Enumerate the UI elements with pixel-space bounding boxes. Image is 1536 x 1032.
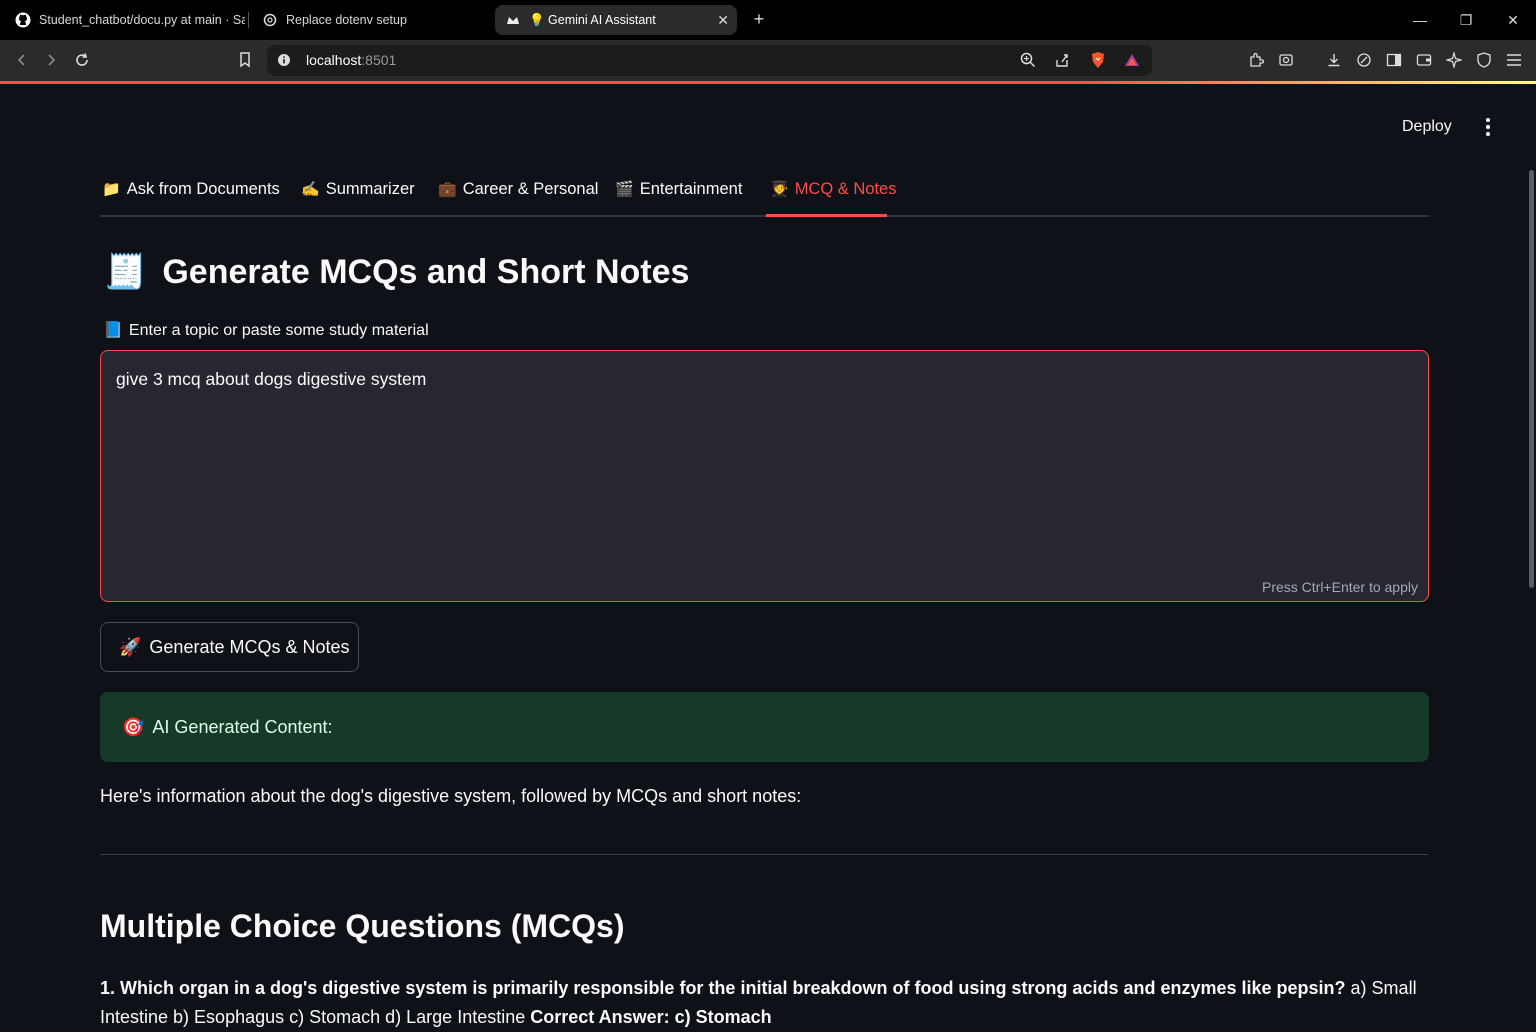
close-tab-icon[interactable]: ✕ xyxy=(717,12,729,29)
receipt-icon: 🧾 xyxy=(104,253,147,291)
input-label-text: Enter a topic or paste some study materi… xyxy=(128,322,429,339)
openai-icon xyxy=(262,12,278,28)
sidebar-icon[interactable] xyxy=(1381,48,1407,72)
tab-label: MCQ & Notes xyxy=(794,180,897,198)
tab-mcq-notes[interactable]: 🧑‍🎓 MCQ & Notes xyxy=(770,176,896,215)
folder-icon: 📁 xyxy=(102,181,121,198)
zoom-icon[interactable] xyxy=(1015,48,1041,72)
forward-icon[interactable] xyxy=(38,48,64,72)
minimize-icon[interactable]: — xyxy=(1397,0,1443,40)
brave-shields-icon[interactable] xyxy=(1085,48,1111,72)
page-title-text: Generate MCQs and Short Notes xyxy=(162,253,690,291)
correct-answer: Correct Answer: c) Stomach xyxy=(530,1007,772,1027)
mcq-question-1: 1. Which organ in a dog's digestive syst… xyxy=(100,974,1429,1032)
tab-ask-documents[interactable]: 📁 Ask from Documents xyxy=(102,176,280,215)
browser-tab-chatgpt[interactable]: Replace dotenv setup xyxy=(252,5,492,35)
brave-rewards-icon[interactable] xyxy=(1119,48,1145,72)
scrollbar[interactable] xyxy=(1529,170,1534,588)
main-menu-icon[interactable] xyxy=(1478,114,1498,140)
url-host: localhost xyxy=(306,52,362,68)
bookmark-icon[interactable] xyxy=(232,48,258,72)
url-port: :8501 xyxy=(361,52,397,68)
tab-label: Career & Personal xyxy=(462,180,599,198)
site-info-icon[interactable] xyxy=(271,48,297,72)
new-tab-button[interactable]: + xyxy=(748,8,770,30)
success-banner: 🎯 AI Generated Content: xyxy=(100,692,1429,762)
tab-separator xyxy=(248,12,249,28)
tab-label: Entertainment xyxy=(639,180,743,198)
back-icon[interactable] xyxy=(9,48,35,72)
browser-tabstrip: Student_chatbot/docu.py at main · Sa Rep… xyxy=(0,0,1536,40)
app-main: Deploy 📁 Ask from Documents ✍️ Summarize… xyxy=(0,84,1536,1027)
browser-tab-gemini[interactable]: 💡 Gemini AI Assistant ✕ xyxy=(495,5,737,35)
downloads-icon[interactable] xyxy=(1321,48,1347,72)
intro-text: Here's information about the dog's diges… xyxy=(100,786,802,806)
generate-button[interactable]: 🚀 Generate MCQs & Notes xyxy=(100,622,359,672)
divider xyxy=(100,854,1429,855)
vpn-shield-icon[interactable] xyxy=(1471,48,1497,72)
tab-label: Summarizer xyxy=(325,180,415,198)
tab-list: 📁 Ask from Documents ✍️ Summarizer 💼 Car… xyxy=(100,176,1429,217)
tab-entertainment[interactable]: 🎬 Entertainment xyxy=(615,176,742,215)
topic-textarea[interactable]: give 3 mcq about dogs digestive system P… xyxy=(100,350,1429,602)
leo-ai-icon[interactable] xyxy=(1351,48,1377,72)
wallet-icon[interactable] xyxy=(1411,48,1437,72)
close-window-icon[interactable]: ✕ xyxy=(1490,0,1536,40)
tab-summarizer[interactable]: ✍️ Summarizer xyxy=(301,176,415,215)
active-tab-indicator xyxy=(766,214,887,217)
tab-label: Ask from Documents xyxy=(126,180,280,198)
tab-career-personal[interactable]: 💼 Career & Personal xyxy=(438,176,598,215)
question-text: 1. Which organ in a dog's digestive syst… xyxy=(100,978,1346,998)
reload-icon[interactable] xyxy=(69,48,95,72)
textarea-hint: Press Ctrl+Enter to apply xyxy=(1261,579,1418,595)
generate-button-label: Generate MCQs & Notes xyxy=(149,636,350,657)
page-title: 🧾 Generate MCQs and Short Notes xyxy=(104,252,689,292)
deploy-button[interactable]: Deploy xyxy=(1390,114,1464,140)
screenshot-icon[interactable] xyxy=(1273,48,1299,72)
url-text: localhost:8501 xyxy=(306,52,396,68)
browser-tab-title: Student_chatbot/docu.py at main · Sa xyxy=(39,13,245,27)
target-icon: 🎯 xyxy=(122,716,145,737)
browser-tab-github[interactable]: Student_chatbot/docu.py at main · Sa xyxy=(5,5,245,35)
briefcase-icon: 💼 xyxy=(438,181,457,198)
success-text: AI Generated Content: xyxy=(152,716,333,737)
github-icon xyxy=(15,12,31,28)
blue-book-icon: 📘 xyxy=(103,322,123,339)
student-icon: 🧑‍🎓 xyxy=(770,181,789,198)
rocket-icon: 🚀 xyxy=(119,636,142,657)
browser-tab-title: 💡 Gemini AI Assistant xyxy=(529,12,656,27)
clapper-icon: 🎬 xyxy=(615,181,634,198)
share-icon[interactable] xyxy=(1049,48,1075,72)
mcq-heading: Multiple Choice Questions (MCQs) xyxy=(100,908,625,944)
restore-icon[interactable]: ❐ xyxy=(1443,0,1489,40)
browser-tab-title: Replace dotenv setup xyxy=(286,13,407,27)
writing-hand-icon: ✍️ xyxy=(301,181,320,198)
menu-icon[interactable] xyxy=(1501,48,1527,72)
input-label: 📘 Enter a topic or paste some study mater… xyxy=(103,320,429,340)
extensions-icon[interactable] xyxy=(1243,48,1269,72)
textarea-value: give 3 mcq about dogs digestive system xyxy=(116,369,427,389)
streamlit-icon xyxy=(505,12,521,28)
sparkle-icon[interactable] xyxy=(1441,48,1467,72)
